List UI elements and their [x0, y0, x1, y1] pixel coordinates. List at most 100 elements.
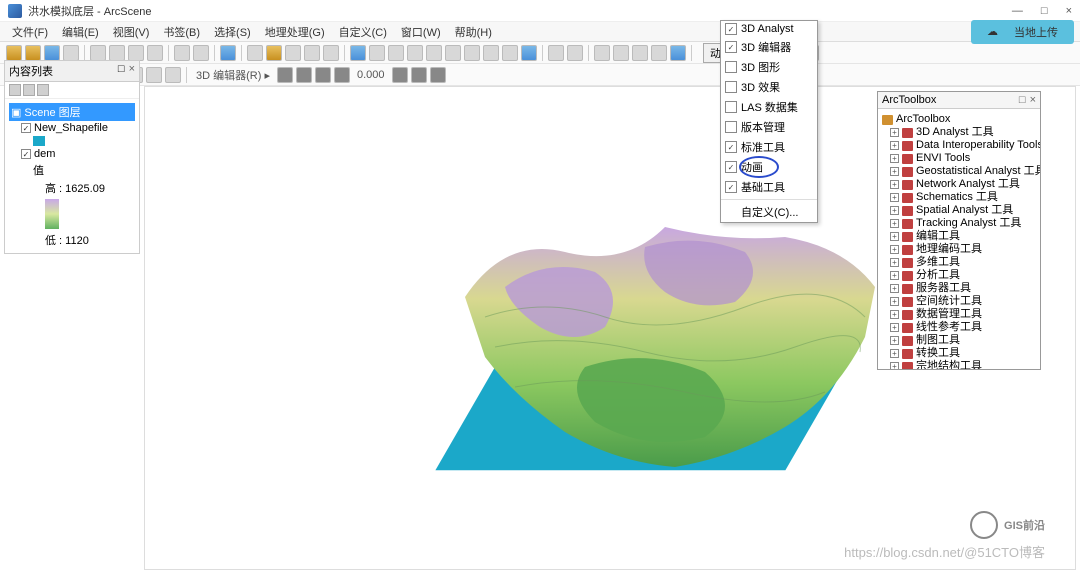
menu-bookmarks[interactable]: 书签(B) — [157, 22, 206, 42]
toc-list-icon[interactable] — [9, 84, 21, 96]
upload-button[interactable]: ☁ 当地上传 — [971, 20, 1074, 44]
toc-close-button[interactable]: × — [129, 63, 135, 79]
scene-viewport[interactable]: ArcToolbox □× ArcToolbox +3D Analyst 工具+… — [144, 86, 1076, 570]
checkbox[interactable]: ✓ — [725, 41, 737, 53]
catalog-icon[interactable] — [266, 45, 282, 61]
expand-icon[interactable]: + — [890, 180, 899, 189]
expand-icon[interactable]: + — [890, 167, 899, 176]
expand-icon[interactable]: + — [890, 206, 899, 215]
full-extent-icon[interactable] — [445, 45, 461, 61]
navigate-icon[interactable] — [350, 45, 366, 61]
minimize-button[interactable]: — — [1012, 5, 1023, 17]
paste-icon[interactable] — [128, 45, 144, 61]
expand-icon[interactable]: + — [890, 310, 899, 319]
menu-edit[interactable]: 编辑(E) — [56, 22, 105, 42]
expand-icon[interactable]: + — [890, 245, 899, 254]
select-icon[interactable] — [548, 45, 564, 61]
checkbox[interactable]: ✓ — [725, 161, 737, 173]
identify-icon[interactable] — [594, 45, 610, 61]
expand-icon[interactable]: + — [890, 193, 899, 202]
menu-window[interactable]: 窗口(W) — [395, 22, 447, 42]
zoom-out-icon[interactable] — [407, 45, 423, 61]
expand-icon[interactable]: + — [890, 349, 899, 358]
dropdown-item[interactable]: ✓基础工具 — [721, 177, 817, 197]
toolbox-item[interactable]: +编辑工具 — [882, 230, 1036, 243]
ed3-icon[interactable] — [315, 67, 331, 83]
toolbox-item[interactable]: +Geostatistical Analyst 工具 — [882, 165, 1036, 178]
cut-icon[interactable] — [90, 45, 106, 61]
toolbox-item[interactable]: +Schematics 工具 — [882, 191, 1036, 204]
arctoolbox-close-button[interactable]: × — [1030, 94, 1036, 106]
toolbox-item[interactable]: +3D Analyst 工具 — [882, 126, 1036, 139]
open-icon[interactable] — [25, 45, 41, 61]
new-icon[interactable] — [6, 45, 22, 61]
checkbox[interactable] — [725, 121, 737, 133]
zoom-in-icon[interactable] — [388, 45, 404, 61]
pan-icon[interactable] — [426, 45, 442, 61]
dropdown-customize[interactable]: 自定义(C)... — [721, 202, 817, 222]
observer-icon[interactable] — [502, 45, 518, 61]
expand-icon[interactable]: + — [890, 219, 899, 228]
toolbox-item[interactable]: +Network Analyst 工具 — [882, 178, 1036, 191]
maximize-button[interactable]: □ — [1041, 5, 1048, 17]
toolbox-item[interactable]: +转换工具 — [882, 347, 1036, 360]
expand-icon[interactable]: + — [890, 284, 899, 293]
expand-icon[interactable]: + — [890, 128, 899, 137]
toolbar-dropdown[interactable]: ✓3D Analyst✓3D 编辑器3D 图形3D 效果LAS 数据集版本管理✓… — [720, 20, 818, 223]
checkbox[interactable]: ✓ — [725, 181, 737, 193]
search-icon[interactable] — [285, 45, 301, 61]
expand-icon[interactable]: + — [890, 362, 899, 369]
editor-label[interactable]: 3D 编辑器(R) ▸ — [196, 67, 270, 83]
toolbox-item[interactable]: +地理编码工具 — [882, 243, 1036, 256]
checkbox[interactable]: ✓ — [725, 23, 737, 35]
toc-layer-dem[interactable]: ✓ dem — [9, 147, 135, 161]
checkbox[interactable]: ✓ — [21, 123, 31, 133]
dropdown-item[interactable]: 3D 效果 — [721, 77, 817, 97]
toc-icon[interactable] — [247, 45, 263, 61]
toolbox-item[interactable]: +分析工具 — [882, 269, 1036, 282]
checkbox[interactable] — [725, 61, 737, 73]
toc-pin-icon[interactable]: □ — [118, 63, 125, 79]
expand-icon[interactable]: + — [890, 297, 899, 306]
menu-selection[interactable]: 选择(S) — [208, 22, 257, 42]
toolbox-item[interactable]: +多维工具 — [882, 256, 1036, 269]
dropdown-item[interactable]: 3D 图形 — [721, 57, 817, 77]
close-button[interactable]: × — [1066, 5, 1072, 17]
add-data-icon[interactable] — [220, 45, 236, 61]
python-icon[interactable] — [323, 45, 339, 61]
expand-icon[interactable]: + — [890, 336, 899, 345]
checkbox[interactable] — [725, 81, 737, 93]
expand-icon[interactable]: + — [890, 258, 899, 267]
menu-customize[interactable]: 自定义(C) — [333, 22, 393, 42]
toolbox-item[interactable]: +数据管理工具 — [882, 308, 1036, 321]
copy-icon[interactable] — [109, 45, 125, 61]
dropdown-item[interactable]: ✓标准工具 — [721, 137, 817, 157]
undo-icon[interactable] — [174, 45, 190, 61]
redo-icon[interactable] — [193, 45, 209, 61]
toc-source-icon[interactable] — [23, 84, 35, 96]
menu-help[interactable]: 帮助(H) — [449, 22, 498, 42]
ed4-icon[interactable] — [334, 67, 350, 83]
dropdown-item[interactable]: LAS 数据集 — [721, 97, 817, 117]
dropdown-item[interactable]: ✓3D Analyst — [721, 21, 817, 37]
measure-icon[interactable] — [632, 45, 648, 61]
toolbox-item[interactable]: +Tracking Analyst 工具 — [882, 217, 1036, 230]
dropdown-item[interactable]: ✓动画 — [721, 157, 817, 177]
toc-layer-shapefile[interactable]: ✓ New_Shapefile — [9, 121, 135, 135]
toolbox-item[interactable]: +制图工具 — [882, 334, 1036, 347]
toolbox-item[interactable]: +线性参考工具 — [882, 321, 1036, 334]
menu-geoprocessing[interactable]: 地理处理(G) — [259, 22, 331, 42]
ed5-icon[interactable] — [392, 67, 408, 83]
toolbox-icon[interactable] — [304, 45, 320, 61]
time-icon[interactable] — [651, 45, 667, 61]
expand-icon[interactable]: + — [890, 232, 899, 241]
toc-selection-icon[interactable] — [37, 84, 49, 96]
toc-shapefile-symbol[interactable] — [9, 135, 135, 147]
arctoolbox-root[interactable]: ArcToolbox — [882, 113, 1036, 126]
expand-icon[interactable]: + — [890, 271, 899, 280]
clear-icon[interactable] — [567, 45, 583, 61]
find-icon[interactable] — [613, 45, 629, 61]
toolbox-item[interactable]: +ENVI Tools — [882, 152, 1036, 165]
dropdown-item[interactable]: 版本管理 — [721, 117, 817, 137]
toolbox-item[interactable]: +Spatial Analyst 工具 — [882, 204, 1036, 217]
